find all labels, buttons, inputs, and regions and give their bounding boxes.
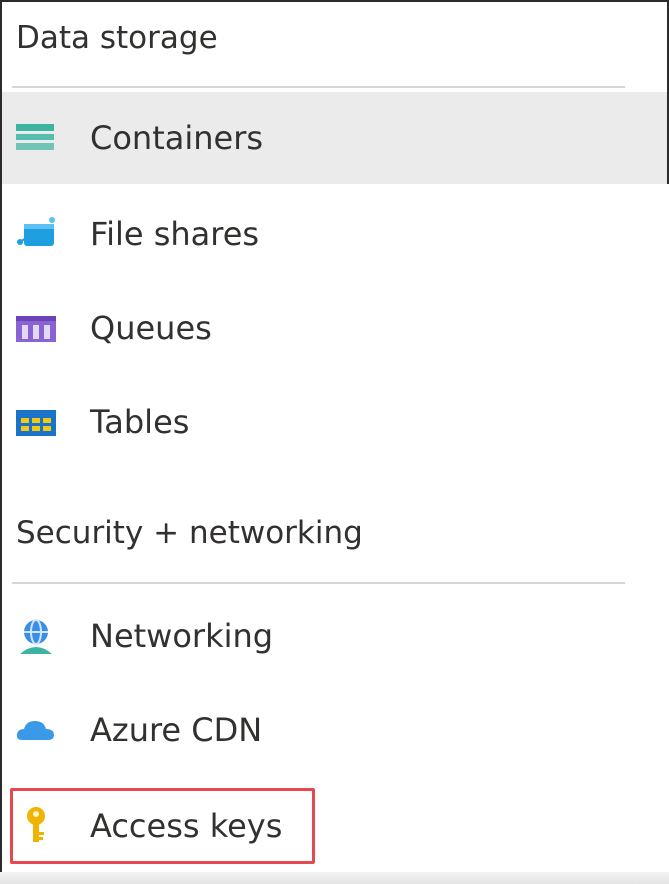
containers-icon [14,118,62,158]
nav-label: File shares [90,215,260,253]
azure-cdn-icon [14,710,62,750]
section-divider [12,582,625,584]
bottom-edge [0,872,669,884]
nav-item-networking[interactable]: Networking [2,590,667,682]
nav-label: Queues [90,309,212,347]
nav-item-queues[interactable]: Queues [2,282,667,374]
nav-item-tables[interactable]: Tables [2,376,667,468]
nav-label: Containers [90,119,264,157]
nav-item-containers[interactable]: Containers [2,92,667,184]
tables-icon [14,402,62,442]
file-shares-icon [14,214,62,254]
networking-icon [14,616,62,656]
section-title-data-storage: Data storage [16,20,218,56]
nav-item-file-shares[interactable]: File shares [2,188,667,280]
section-title-security-networking: Security + networking [16,515,363,551]
highlight-annotation-box [10,788,315,864]
queues-icon [14,308,62,348]
section-divider [12,86,625,88]
nav-label: Tables [90,403,190,441]
nav-label: Azure CDN [90,711,263,749]
nav-item-azure-cdn[interactable]: Azure CDN [2,684,667,776]
nav-label: Networking [90,617,274,655]
